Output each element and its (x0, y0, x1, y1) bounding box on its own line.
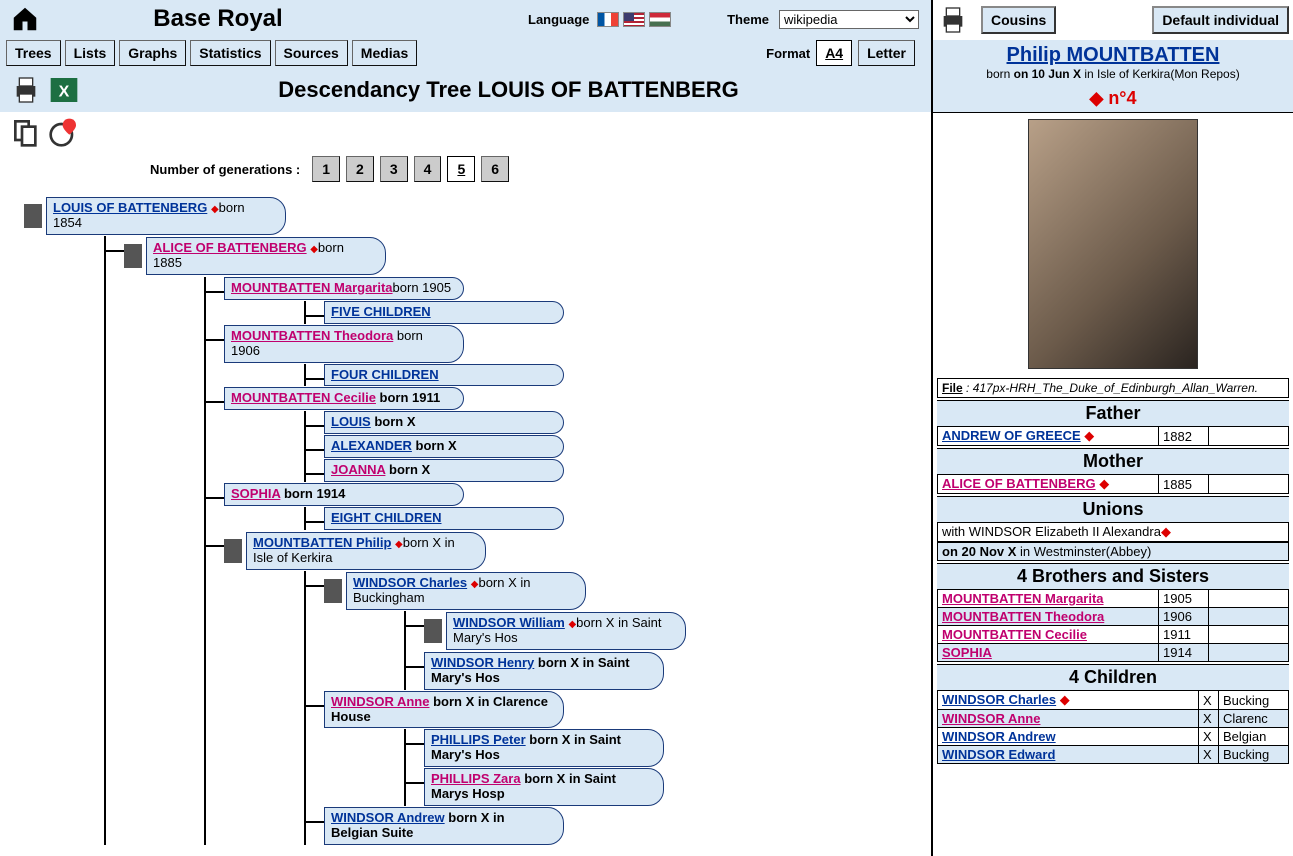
print-icon[interactable] (10, 74, 42, 106)
tab-lists[interactable]: Lists (65, 40, 116, 66)
tab-sources[interactable]: Sources (275, 40, 348, 66)
tree-node[interactable]: MOUNTBATTEN Cecilie born 1911 (224, 387, 464, 410)
format-label: Format (766, 46, 810, 61)
person-thumb-icon (24, 204, 42, 228)
person-birth: born on 10 Jun X in Isle of Kerkira(Mon … (937, 67, 1289, 81)
site-title: Base Royal (48, 5, 388, 33)
copy-icon[interactable] (10, 116, 42, 148)
default-individual-button[interactable]: Default individual (1152, 6, 1289, 34)
tree-node[interactable]: WINDSOR Anne born X in Clarence House (324, 691, 564, 729)
tab-statistics[interactable]: Statistics (190, 40, 270, 66)
flag-fr-icon[interactable] (597, 12, 619, 27)
tree-node[interactable]: PHILLIPS Peter born X in Saint Mary's Ho… (424, 729, 664, 767)
sibling-link[interactable]: SOPHIA (942, 645, 992, 660)
person-thumb-icon (424, 619, 442, 643)
tree-node[interactable]: PHILLIPS Zara born X in Saint Marys Hosp (424, 768, 664, 806)
father-heading: Father (937, 400, 1289, 426)
print-icon[interactable] (937, 4, 969, 36)
tree-node[interactable]: FOUR CHILDREN (324, 364, 564, 387)
person-photo (1028, 119, 1198, 369)
union-info: with WINDSOR Elizabeth II Alexandra◆ (937, 522, 1289, 542)
gen-4-button[interactable]: 4 (414, 156, 442, 182)
sibling-link[interactable]: MOUNTBATTEN Theodora (942, 609, 1104, 624)
tree-node[interactable]: SOPHIA born 1914 (224, 483, 464, 506)
sibling-link[interactable]: MOUNTBATTEN Margarita (942, 591, 1104, 606)
language-label: Language (528, 12, 589, 27)
tree-node[interactable]: EIGHT CHILDREN (324, 507, 564, 530)
person-thumb-icon (324, 579, 342, 603)
language-group: Language (528, 12, 671, 27)
tree-node[interactable]: WINDSOR William ◆born X in Saint Mary's … (446, 612, 686, 650)
tab-graphs[interactable]: Graphs (119, 40, 186, 66)
gen-6-button[interactable]: 6 (481, 156, 509, 182)
unions-heading: Unions (937, 496, 1289, 522)
tree-node[interactable]: WINDSOR Andrew born X in Belgian Suite (324, 807, 564, 845)
gen-2-button[interactable]: 2 (346, 156, 374, 182)
tree-node[interactable]: WINDSOR Henry born X in Saint Mary's Hos (424, 652, 664, 690)
father-link[interactable]: ANDREW OF GREECE (942, 428, 1081, 443)
child-link[interactable]: WINDSOR Edward (942, 747, 1055, 762)
children-heading: 4 Children (937, 664, 1289, 690)
format-a4-button[interactable]: A4 (816, 40, 852, 66)
person-name[interactable]: Philip MOUNTBATTEN (937, 44, 1289, 67)
format-letter-button[interactable]: Letter (858, 40, 915, 66)
siblings-heading: 4 Brothers and Sisters (937, 563, 1289, 589)
gen-1-button[interactable]: 1 (312, 156, 340, 182)
tree-node[interactable]: JOANNA born X (324, 459, 564, 482)
svg-text:X: X (59, 84, 70, 101)
person-number: ◆ n°4 (933, 85, 1293, 113)
page-title: Descendancy Tree LOUIS OF BATTENBERG (88, 71, 929, 109)
flag-hu-icon[interactable] (649, 12, 671, 27)
file-info: File : 417px-HRH_The_Duke_of_Edinburgh_A… (937, 378, 1289, 398)
tree-node[interactable]: MOUNTBATTEN Philip ◆born X in Isle of Ke… (246, 532, 486, 570)
spouse-link[interactable]: WINDSOR Elizabeth II Alexandra (969, 524, 1161, 539)
theme-label: Theme (727, 12, 769, 27)
person-thumb-icon (224, 539, 242, 563)
child-link[interactable]: WINDSOR Anne (942, 711, 1040, 726)
person-thumb-icon (124, 244, 142, 268)
mother-heading: Mother (937, 448, 1289, 474)
tree-node[interactable]: MOUNTBATTEN Margaritaborn 1905 (224, 277, 464, 300)
tree-node[interactable]: FIVE CHILDREN (324, 301, 564, 324)
mother-link[interactable]: ALICE OF BATTENBERG (942, 476, 1096, 491)
union-date: on 20 Nov X in Westminster(Abbey) (937, 542, 1289, 561)
tree-node[interactable]: LOUIS OF BATTENBERG ◆born 1854 (46, 197, 286, 235)
tree-node[interactable]: WINDSOR Charles ◆born X in Buckingham (346, 572, 586, 610)
excel-icon[interactable]: X (48, 74, 80, 106)
tree-node[interactable]: LOUIS born X (324, 411, 564, 434)
tab-medias[interactable]: Medias (352, 40, 417, 66)
home-icon[interactable] (10, 4, 40, 34)
globe-pin-icon[interactable] (48, 116, 80, 148)
gen-5-button[interactable]: 5 (447, 156, 475, 182)
tree-node[interactable]: ALEXANDER born X (324, 435, 564, 458)
child-link[interactable]: WINDSOR Andrew (942, 729, 1056, 744)
cousins-button[interactable]: Cousins (981, 6, 1056, 34)
tree-node[interactable]: MOUNTBATTEN Theodora born 1906 (224, 325, 464, 363)
flag-us-icon[interactable] (623, 12, 645, 27)
child-link[interactable]: WINDSOR Charles (942, 692, 1056, 707)
sibling-link[interactable]: MOUNTBATTEN Cecilie (942, 627, 1087, 642)
gen-3-button[interactable]: 3 (380, 156, 408, 182)
generations-label: Number of generations : (150, 162, 300, 177)
tree-node[interactable]: ALICE OF BATTENBERG ◆born 1885 (146, 237, 386, 275)
tab-trees[interactable]: Trees (6, 40, 61, 66)
theme-select[interactable]: wikipedia (779, 10, 919, 29)
